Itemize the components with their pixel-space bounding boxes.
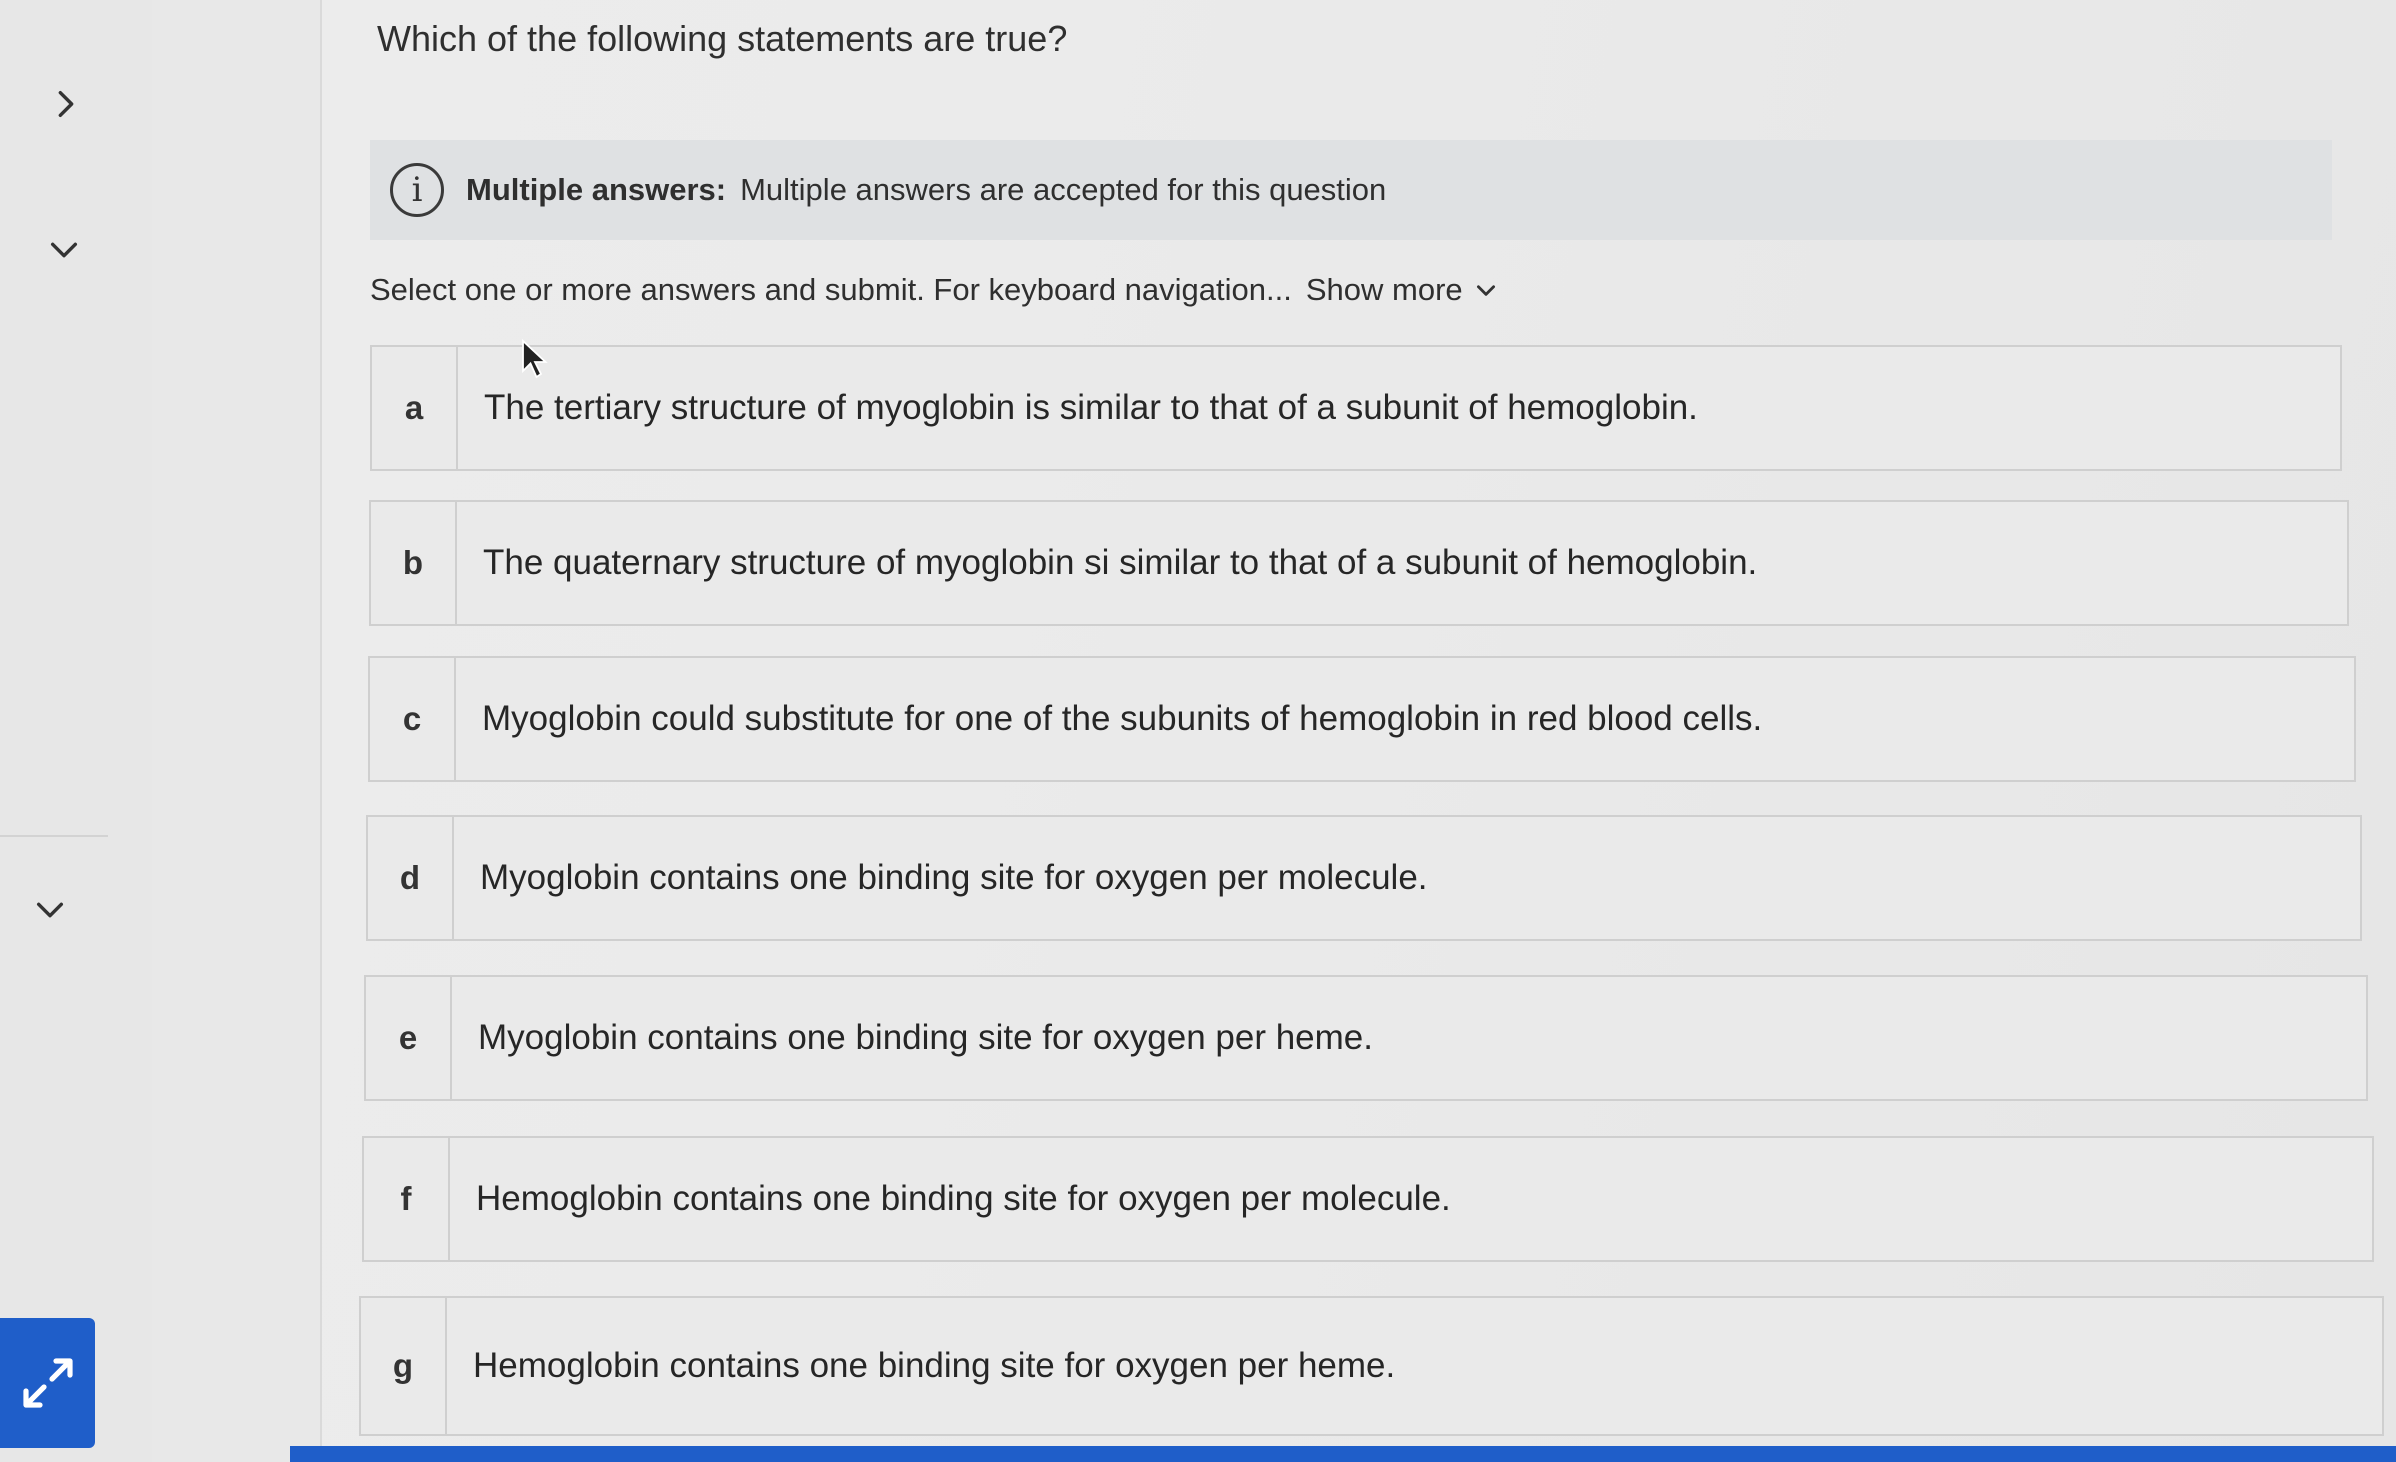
option-text: Hemoglobin contains one binding site for… — [473, 1346, 1396, 1385]
option-e[interactable]: e Myoglobin contains one binding site fo… — [364, 975, 2368, 1101]
info-icon: i — [390, 163, 444, 217]
info-label: Multiple answers: — [466, 172, 727, 207]
option-text: The tertiary structure of myoglobin is s… — [484, 388, 1698, 427]
option-letter: d — [368, 817, 454, 939]
instructions-text: Select one or more answers and submit. F… — [370, 272, 1292, 307]
chevron-right-icon[interactable] — [46, 84, 86, 124]
option-g[interactable]: g Hemoglobin contains one binding site f… — [359, 1296, 2384, 1436]
info-banner: i Multiple answers: Multiple answers are… — [370, 140, 2332, 240]
option-text: Hemoglobin contains one binding site for… — [476, 1179, 1451, 1218]
option-letter: c — [370, 658, 456, 780]
chevron-down-icon[interactable] — [44, 230, 84, 270]
option-f[interactable]: f Hemoglobin contains one binding site f… — [362, 1136, 2374, 1262]
show-more-label: Show more — [1305, 272, 1463, 307]
option-text: The quaternary structure of myoglobin si… — [483, 543, 1758, 582]
mouse-cursor-icon — [522, 338, 548, 379]
question-text: Which of the following statements are tr… — [377, 18, 1068, 59]
option-letter: g — [361, 1298, 447, 1434]
show-more-link[interactable]: Show more — [1306, 272, 1499, 308]
option-d[interactable]: d Myoglobin contains one binding site fo… — [366, 815, 2362, 941]
instructions: Select one or more answers and submit. F… — [370, 272, 1499, 308]
secondary-column — [152, 0, 322, 1462]
option-b[interactable]: b The quaternary structure of myoglobin … — [369, 500, 2349, 626]
rail-divider — [0, 835, 108, 837]
left-rail — [0, 0, 154, 1462]
option-text: Myoglobin could substitute for one of th… — [482, 699, 1763, 738]
option-a[interactable]: a The tertiary structure of myoglobin is… — [370, 345, 2342, 471]
expand-button[interactable] — [0, 1318, 95, 1448]
chevron-down-icon — [1476, 285, 1495, 296]
bottom-accent-bar — [290, 1446, 2396, 1462]
option-letter: a — [372, 347, 458, 469]
option-text: Myoglobin contains one binding site for … — [480, 858, 1428, 897]
option-c[interactable]: c Myoglobin could substitute for one of … — [368, 656, 2356, 782]
question-panel: Which of the following statements are tr… — [322, 0, 2396, 1462]
page: Which of the following statements are tr… — [0, 0, 2396, 1462]
option-letter: e — [366, 977, 452, 1099]
option-letter: b — [371, 502, 457, 624]
chevron-down-icon[interactable] — [30, 890, 70, 930]
option-text: Myoglobin contains one binding site for … — [478, 1018, 1373, 1057]
expand-arrows-icon — [22, 1358, 73, 1408]
option-letter: f — [364, 1138, 450, 1260]
info-text: Multiple answers are accepted for this q… — [740, 172, 1387, 207]
